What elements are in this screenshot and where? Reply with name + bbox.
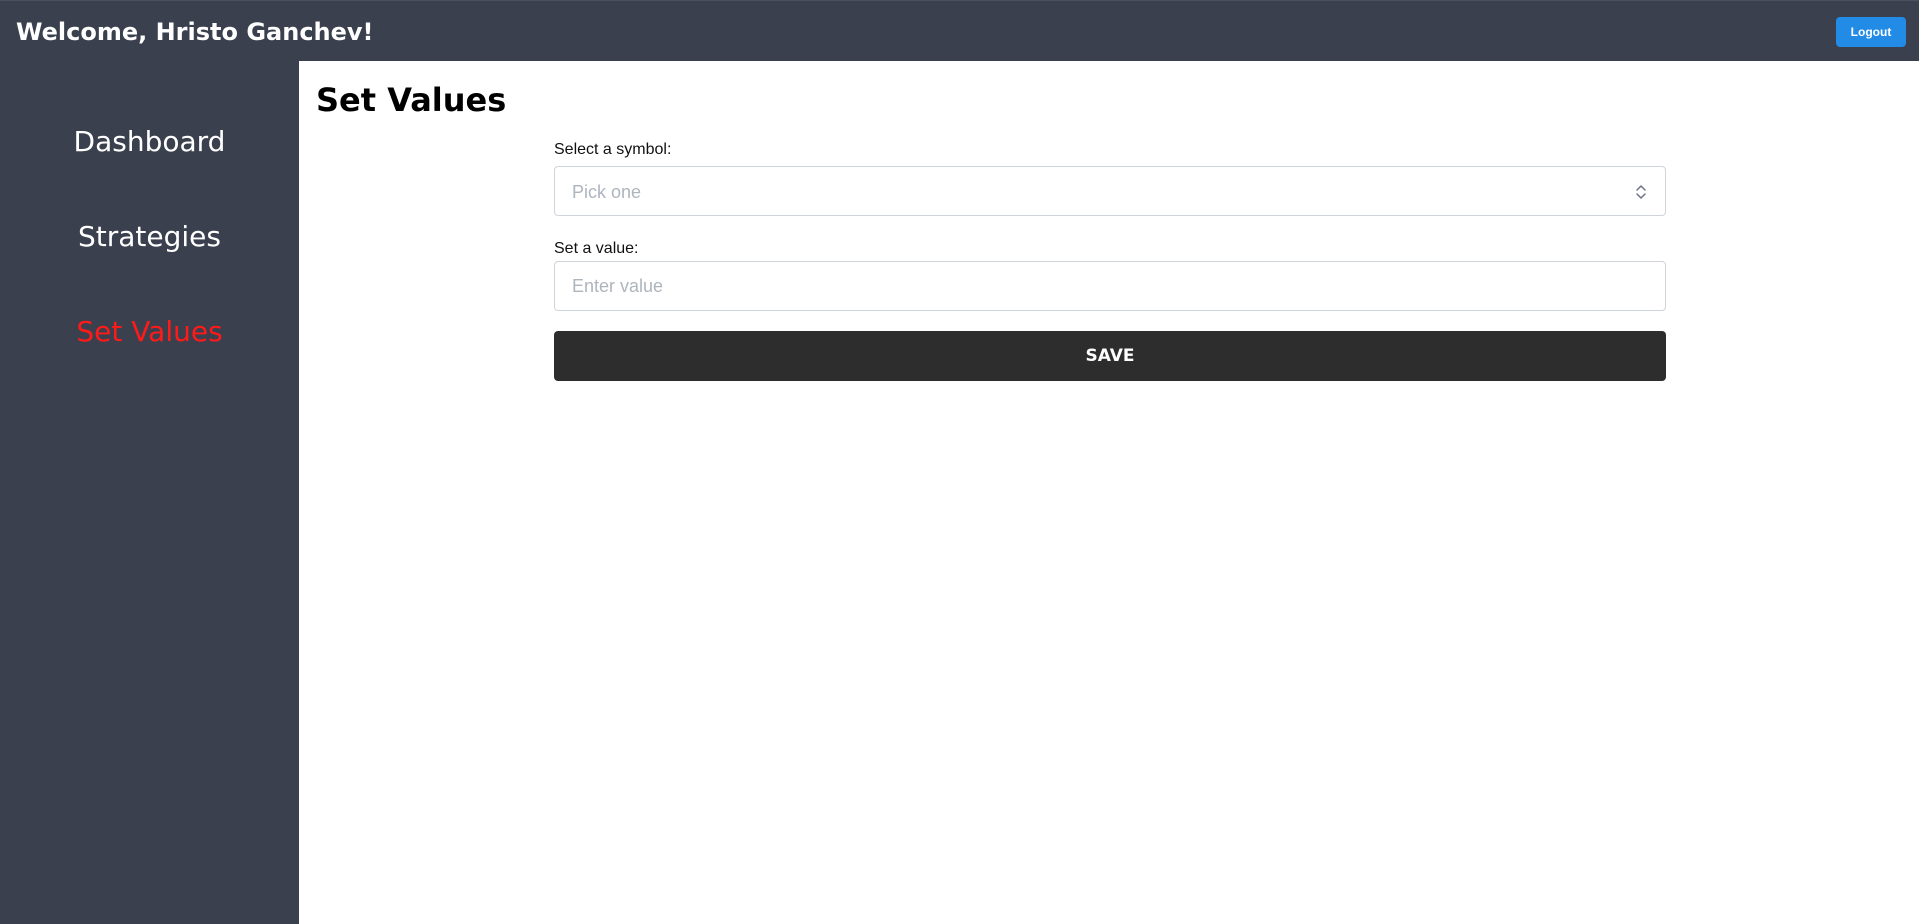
sidebar: Dashboard Strategies Set Values xyxy=(0,61,299,924)
sidebar-item-set-values[interactable]: Set Values xyxy=(0,314,299,350)
logout-button[interactable]: Logout xyxy=(1836,17,1906,47)
page-title: Set Values xyxy=(316,81,507,119)
save-button[interactable]: SAVE xyxy=(554,331,1666,381)
symbol-select[interactable]: Pick one xyxy=(554,166,1666,216)
sidebar-item-dashboard[interactable]: Dashboard xyxy=(0,124,299,160)
sidebar-item-strategies[interactable]: Strategies xyxy=(0,219,299,255)
top-header: Welcome, Hristo Ganchev! Logout xyxy=(0,0,1919,61)
value-input[interactable] xyxy=(554,261,1666,311)
symbol-select-placeholder: Pick one xyxy=(572,182,642,202)
value-field-label: Set a value: xyxy=(554,240,639,257)
welcome-message: Welcome, Hristo Ganchev! xyxy=(16,18,374,46)
symbol-field-label: Select a symbol: xyxy=(554,141,672,158)
chevron-updown-icon xyxy=(1636,185,1646,199)
